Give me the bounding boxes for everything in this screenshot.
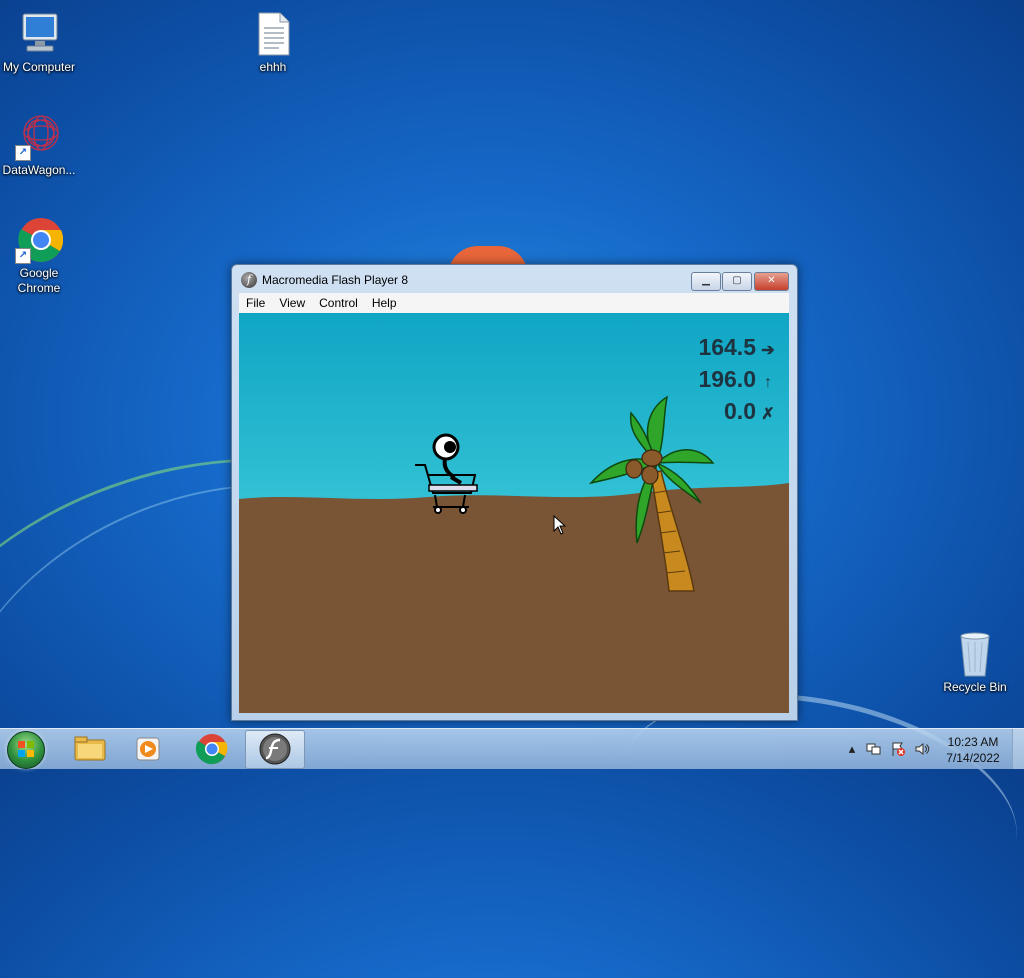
datawagon-icon: ↗ (15, 113, 63, 161)
desktop-icon-my-computer[interactable]: My Computer (0, 10, 79, 75)
desktop-icon-label: Google Chrome (17, 266, 61, 295)
crash-icon: ✗ (761, 406, 775, 423)
minimize-button[interactable]: ▁ (691, 272, 721, 291)
desktop-icon-ehhh[interactable]: ehhh (233, 10, 313, 75)
arrow-right-icon: ➔ (761, 342, 775, 359)
network-icon[interactable] (866, 741, 882, 757)
window-title: Macromedia Flash Player 8 (262, 273, 409, 287)
menu-control[interactable]: Control (312, 293, 365, 313)
flash-player-window[interactable]: f Macromedia Flash Player 8 ▁ ▢ ✕ File Vi… (231, 264, 798, 721)
flash-player-icon: f (241, 272, 257, 288)
taskbar-media-player-button[interactable] (120, 730, 178, 767)
show-hidden-icons-icon[interactable]: ▴ (844, 741, 860, 757)
start-button[interactable] (7, 731, 45, 769)
menu-help[interactable]: Help (365, 293, 404, 313)
hud-speed-y: 196.0 ↑ (698, 366, 775, 393)
desktop-icon-label: My Computer (2, 60, 76, 74)
chrome-icon: ↗ (15, 216, 64, 264)
maximize-button[interactable]: ▢ (722, 272, 752, 291)
menu-file[interactable]: File (239, 293, 272, 313)
ground (239, 483, 789, 713)
action-center-flag-icon[interactable] (890, 741, 906, 757)
menu-view[interactable]: View (272, 293, 312, 313)
windows-logo-icon (18, 741, 34, 757)
text-file-icon (249, 10, 297, 58)
desktop-icon-label: ehhh (259, 60, 287, 74)
window-titlebar[interactable]: f Macromedia Flash Player 8 ▁ ▢ ✕ (232, 265, 797, 295)
mouse-cursor-icon (553, 515, 567, 535)
hud-crash: 0.0 ✗ (724, 398, 775, 425)
close-button[interactable]: ✕ (754, 272, 789, 291)
hud-speed-x: 164.5 ➔ (698, 334, 775, 361)
taskbar-explorer-button[interactable] (60, 730, 118, 767)
desktop-icon-recycle-bin[interactable]: Recycle Bin (935, 630, 1015, 695)
show-desktop-button[interactable] (1012, 729, 1024, 769)
taskbar-flash-player-button[interactable] (245, 730, 305, 769)
shortcut-arrow-icon: ↗ (15, 145, 31, 161)
media-player-icon (136, 737, 160, 761)
desktop-icon-google-chrome[interactable]: ↗ Google Chrome (0, 216, 79, 296)
menu-bar: File View Control Help (239, 293, 789, 313)
hud-speed-x-value: 164.5 (698, 334, 756, 360)
hud-speed-y-value: 196.0 (698, 366, 756, 392)
computer-icon (15, 10, 63, 58)
shortcut-arrow-icon: ↗ (15, 248, 31, 264)
volume-icon[interactable] (914, 741, 930, 757)
taskbar-clock[interactable]: 10:23 AM 7/14/2022 (938, 734, 1008, 766)
flash-player-icon (259, 733, 291, 765)
clock-date: 7/14/2022 (946, 751, 1000, 765)
recycle-bin-icon (951, 630, 999, 678)
clock-time: 10:23 AM (947, 735, 999, 749)
hud-crash-value: 0.0 (724, 398, 756, 424)
chrome-icon (195, 734, 228, 765)
taskbar: ▴ 10:23 AM 7/14/2022 (0, 728, 1024, 769)
taskbar-chrome-button[interactable] (183, 730, 241, 767)
desktop-icon-label: Recycle Bin (943, 680, 1007, 694)
explorer-icon (74, 736, 106, 761)
arrow-up-icon: ↑ (764, 374, 772, 391)
desktop-icon-label: DataWagon... (2, 163, 76, 177)
desktop-icon-datawagon[interactable]: ↗ DataWagon... (0, 113, 79, 178)
flash-game-stage[interactable]: 164.5 ➔ 196.0 ↑ 0.0 ✗ (239, 313, 789, 713)
